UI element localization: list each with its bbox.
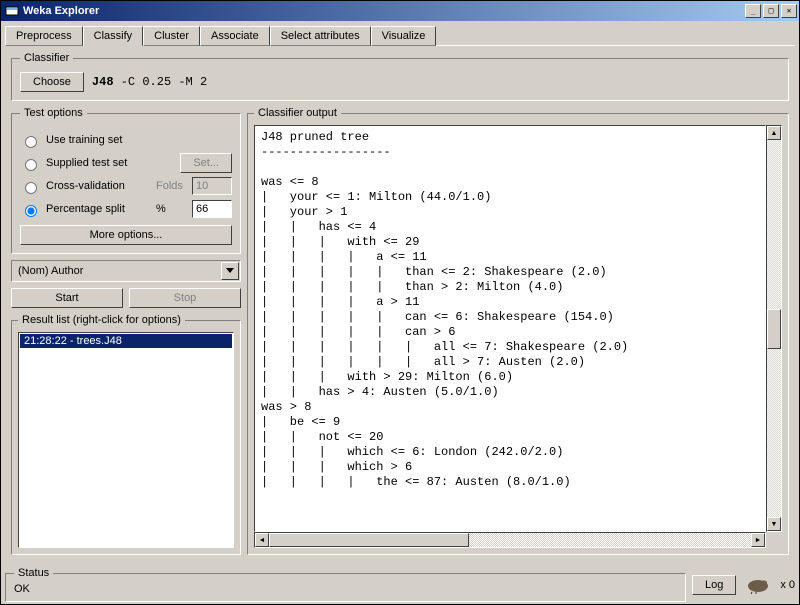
status-legend: Status [14,567,53,579]
weka-bird-icon [742,575,774,595]
log-button[interactable]: Log [692,575,736,595]
percent-input[interactable] [192,200,232,218]
close-button[interactable]: ✕ [781,4,797,18]
class-attribute-combo[interactable]: (Nom) Author [11,260,241,282]
classifier-output-legend: Classifier output [254,107,341,119]
radio-percentage-split[interactable] [25,205,37,217]
classifier-scheme[interactable]: J48 -C 0.25 -M 2 [92,75,207,89]
window-title: Weka Explorer [23,5,745,17]
scroll-right-icon[interactable]: ► [751,533,765,547]
result-list-fieldset: Result list (right-click for options) 21… [11,314,241,555]
classifier-output-fieldset: Classifier output J48 pruned tree ------… [247,107,789,555]
task-count: x 0 [780,579,795,591]
status-fieldset: Status OK [5,567,686,602]
radio-training-set[interactable] [25,136,37,148]
scroll-thumb-h[interactable] [269,533,469,547]
classifier-output-text[interactable]: J48 pruned tree ------------------ was <… [254,125,766,532]
choose-classifier-button[interactable]: Choose [20,72,84,92]
test-options-fieldset: Test options Use training set Supplied t… [11,107,241,254]
scroll-left-icon[interactable]: ◄ [255,533,269,547]
tab-bar: Preprocess Classify Cluster Associate Se… [1,21,799,45]
horizontal-scrollbar[interactable]: ◄ ► [254,532,766,548]
status-bar: Status OK Log x 0 [1,565,799,604]
more-options-button[interactable]: More options... [20,225,232,245]
percent-label: % [156,203,186,215]
classifier-legend: Classifier [20,52,73,64]
folds-input[interactable] [192,177,232,195]
minimize-button[interactable]: _ [745,4,761,18]
titlebar: Weka Explorer _ □ ✕ [1,1,799,21]
class-attribute-value: (Nom) Author [12,265,220,277]
radio-supplied-test[interactable] [25,159,37,171]
vertical-scrollbar[interactable]: ▲ ▼ [766,125,782,532]
radio-cross-validation[interactable] [25,182,37,194]
tab-associate[interactable]: Associate [200,26,270,46]
stop-button[interactable]: Stop [129,288,241,308]
tab-classify[interactable]: Classify [83,26,144,46]
tab-preprocess[interactable]: Preprocess [5,26,83,46]
scroll-thumb[interactable] [767,309,781,349]
tab-visualize[interactable]: Visualize [371,26,437,46]
scroll-up-icon[interactable]: ▲ [767,126,781,140]
scroll-down-icon[interactable]: ▼ [767,517,781,531]
result-list[interactable]: 21:28:22 - trees.J48 [18,332,234,548]
result-list-legend: Result list (right-click for options) [18,314,185,326]
folds-label: Folds [156,180,186,192]
tab-cluster[interactable]: Cluster [143,26,200,46]
status-text: OK [14,583,30,595]
label-cross-validation: Cross-validation [46,180,150,192]
test-options-legend: Test options [20,107,87,119]
tab-select-attributes[interactable]: Select attributes [270,26,371,46]
main-window: Weka Explorer _ □ ✕ Preprocess Classify … [0,0,800,605]
label-percentage-split: Percentage split [46,203,150,215]
start-button[interactable]: Start [11,288,123,308]
maximize-button[interactable]: □ [763,4,779,18]
label-training-set: Use training set [46,134,232,146]
window-controls: _ □ ✕ [745,4,797,18]
label-supplied-test: Supplied test set [46,157,174,169]
classifier-fieldset: Classifier Choose J48 -C 0.25 -M 2 [11,52,789,101]
app-icon [5,4,19,18]
set-test-button[interactable]: Set... [180,153,232,173]
classify-page: Classifier Choose J48 -C 0.25 -M 2 Test … [5,45,795,561]
combo-dropdown-icon[interactable] [221,262,239,280]
result-item[interactable]: 21:28:22 - trees.J48 [20,334,232,348]
